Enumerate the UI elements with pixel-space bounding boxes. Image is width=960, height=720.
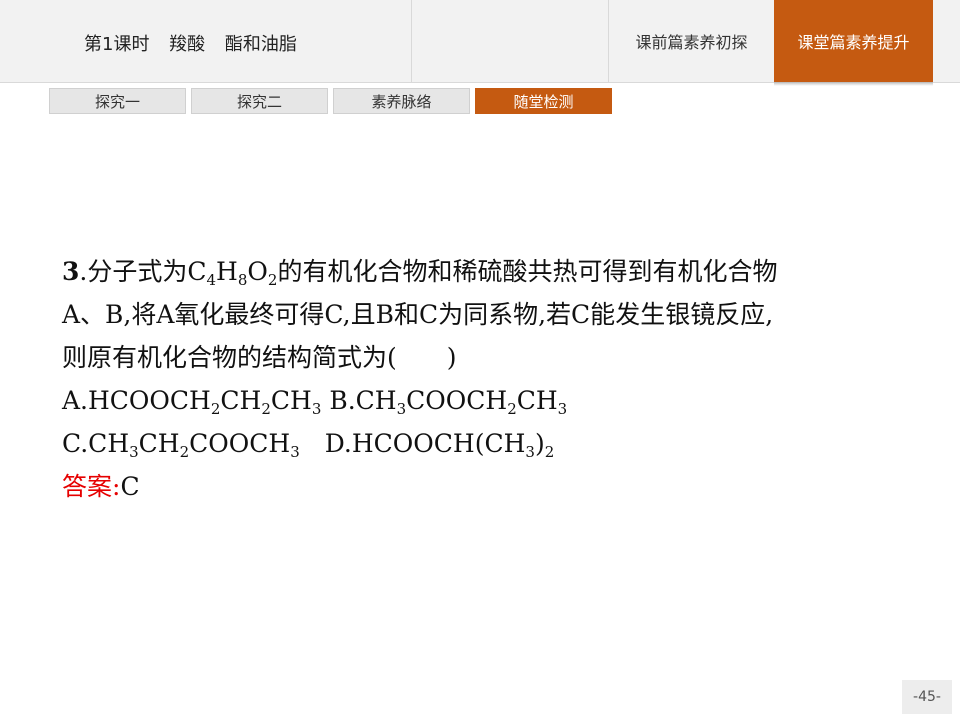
tab-bar: 探究一 探究二 素养脉络 随堂检测 xyxy=(49,88,617,114)
answer-line: 答案:C xyxy=(62,465,902,508)
tab-label: 随堂检测 xyxy=(513,92,574,111)
subscript: 3 xyxy=(396,400,407,418)
subscript: 2 xyxy=(261,400,271,418)
stem-text: H xyxy=(216,257,238,286)
subscript: 3 xyxy=(311,400,322,418)
option-text: COOCH xyxy=(406,386,508,415)
subscript: 3 xyxy=(525,443,535,461)
subscript: 2 xyxy=(507,400,517,418)
stem-text: .分子式为C xyxy=(79,257,207,286)
subscript: 2 xyxy=(179,443,190,461)
subscript: 2 xyxy=(544,443,555,461)
stem-text: 的有机化合物和稀硫酸共热可得到有机化合物 xyxy=(277,257,778,286)
option-text: B.CH xyxy=(321,386,397,415)
tab-explore-1[interactable]: 探究一 xyxy=(49,88,186,114)
subscript: 2 xyxy=(210,400,221,418)
answer-label: 答案: xyxy=(62,472,121,501)
option-text: A.HCOOCH xyxy=(62,386,211,415)
header-divider xyxy=(411,0,412,82)
question-stem-line-3: 则原有机化合物的结构简式为( ) xyxy=(62,343,457,372)
subscript: 3 xyxy=(557,400,568,418)
answer-value: C xyxy=(120,472,140,501)
option-text: COOCH xyxy=(189,429,291,458)
option-d: D.HCOOCH(CH3)2 xyxy=(299,429,555,461)
tab-in-class-test[interactable]: 随堂检测 xyxy=(475,88,612,114)
options-line-ab: A.HCOOCH2CH2CH3 B.CH3COOCH2CH3 xyxy=(62,379,902,422)
tab-label: 探究一 xyxy=(94,92,140,111)
option-a: A.HCOOCH2CH2CH3 xyxy=(62,386,322,418)
nav-pre-class-label: 课前篇素养初探 xyxy=(635,33,748,52)
nav-pre-class-button[interactable]: 课前篇素养初探 xyxy=(609,0,774,82)
tab-label: 探究二 xyxy=(236,92,282,111)
tab-label: 素养脉络 xyxy=(371,92,432,111)
option-c: C.CH3CH2COOCH3 xyxy=(62,429,300,461)
lesson-title: 第1课时 羧酸 酯和油脂 xyxy=(84,34,297,55)
question-stem-line-2: A、B,将A氧化最终可得C,且B和C为同系物,若C能发生银镜反应, xyxy=(62,300,774,329)
subscript: 3 xyxy=(129,443,139,461)
subscript: 3 xyxy=(290,443,300,461)
options-line-cd: C.CH3CH2COOCH3 D.HCOOCH(CH3)2 xyxy=(62,422,902,465)
page-number: -45- xyxy=(902,680,952,714)
question-number: 3 xyxy=(62,257,80,286)
subscript: 4 xyxy=(206,271,217,289)
option-text: D.HCOOCH(CH xyxy=(299,429,526,458)
question-block: 3.分子式为C4H8O2的有机化合物和稀硫酸共热可得到有机化合物 A、B,将A氧… xyxy=(62,250,902,508)
subscript: 2 xyxy=(267,271,278,289)
option-text: CH xyxy=(516,386,558,415)
nav-in-class-button[interactable]: 课堂篇素养提升 xyxy=(774,0,933,86)
option-text: CH xyxy=(138,429,180,458)
option-b: B.CH3COOCH2CH3 xyxy=(321,386,568,418)
option-text: C.CH xyxy=(62,429,130,458)
option-text: CH xyxy=(220,386,262,415)
option-text: ) xyxy=(534,429,545,458)
subscript: 8 xyxy=(237,271,248,289)
nav-in-class-label: 课堂篇素养提升 xyxy=(797,33,910,52)
option-text: CH xyxy=(270,386,312,415)
tab-literacy-map[interactable]: 素养脉络 xyxy=(333,88,470,114)
question-stem-line-1: 3.分子式为C4H8O2的有机化合物和稀硫酸共热可得到有机化合物 xyxy=(62,250,902,293)
tab-explore-2[interactable]: 探究二 xyxy=(191,88,328,114)
header-bar: 第1课时 羧酸 酯和油脂 课前篇素养初探 课堂篇素养提升 xyxy=(0,0,960,86)
stem-text: O xyxy=(247,257,268,286)
